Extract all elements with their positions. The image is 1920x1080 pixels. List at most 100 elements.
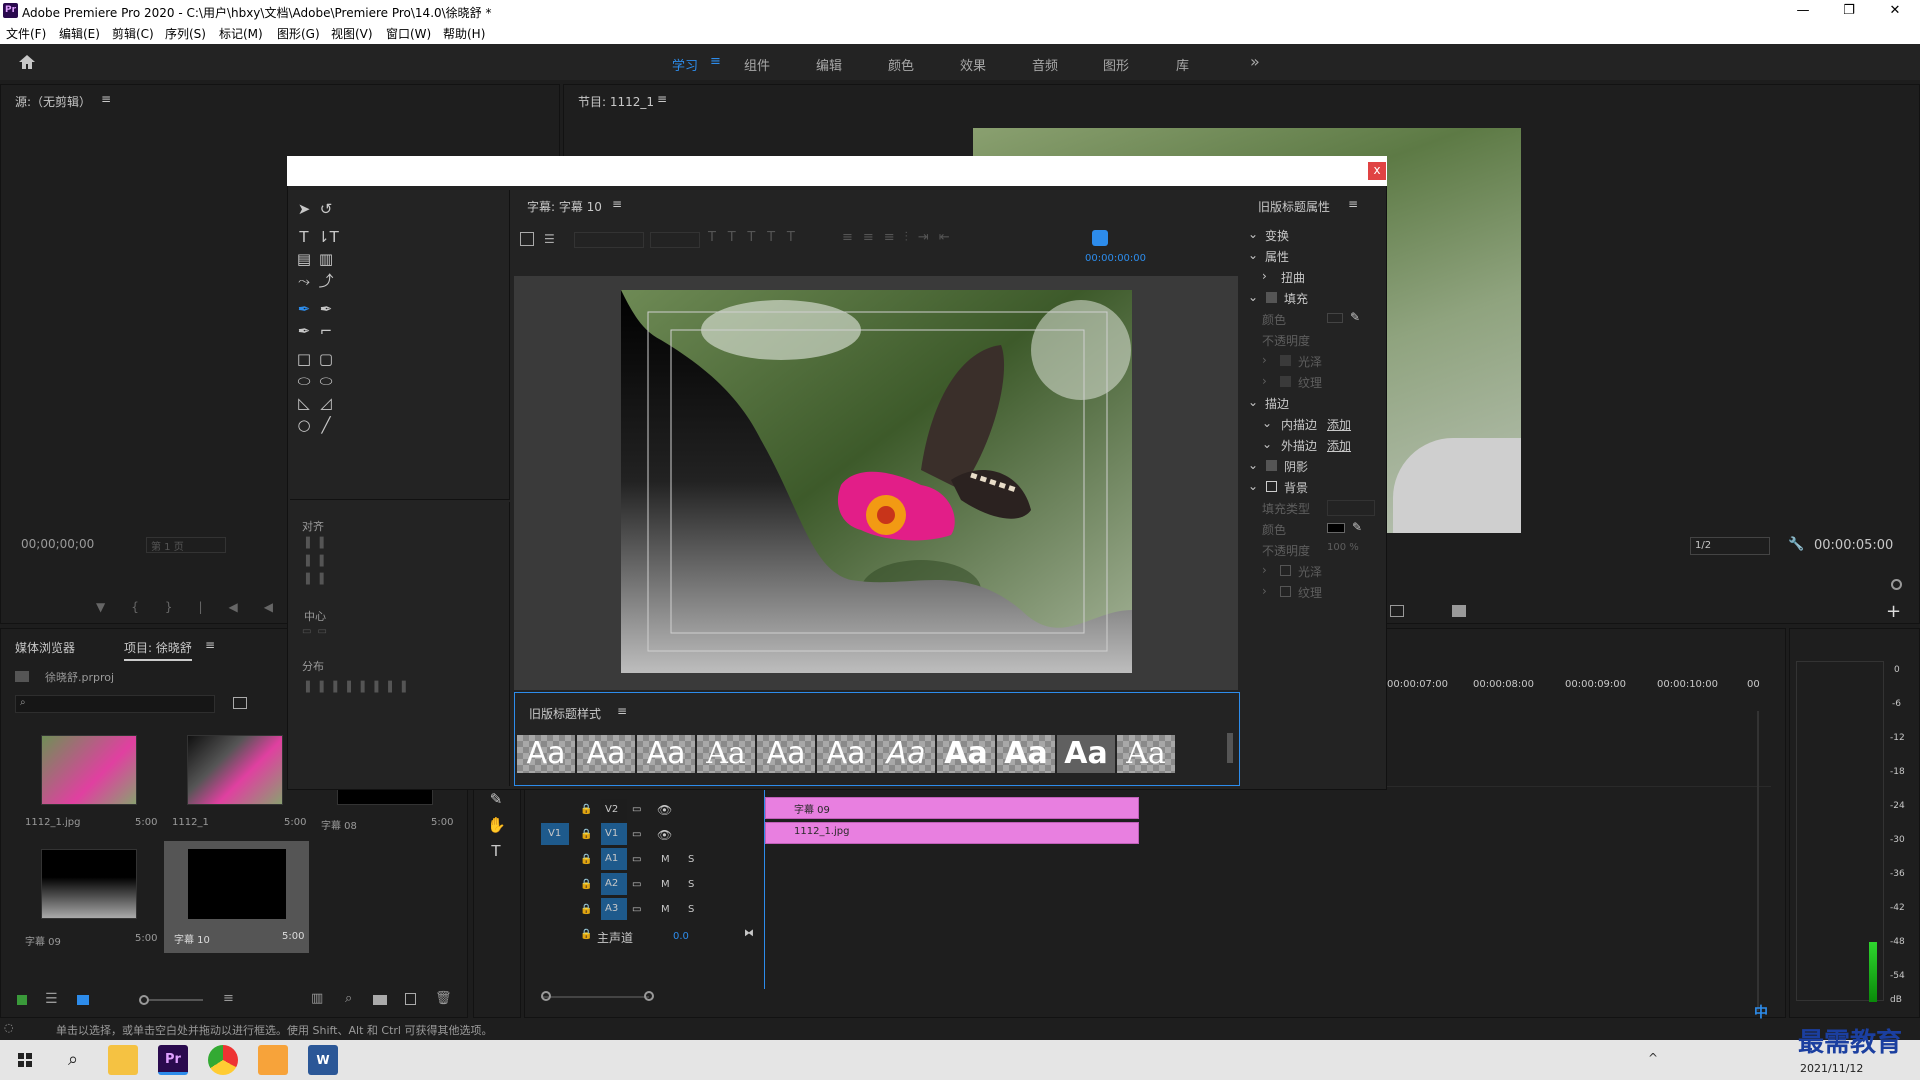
align-buttons[interactable]: ▐▐: [302, 574, 329, 585]
program-playhead-handle[interactable]: [1891, 579, 1902, 590]
track-sync-icon[interactable]: ▭: [632, 804, 641, 815]
add-inner-stroke-link[interactable]: 添加: [1327, 416, 1351, 433]
chevron-down-icon[interactable]: ⌄: [1262, 416, 1272, 430]
show-background-video-icon[interactable]: [1092, 230, 1108, 246]
export-frame-icon[interactable]: [1390, 605, 1404, 617]
menu-sequence[interactable]: 序列(S): [165, 25, 206, 42]
type-tool-icon[interactable]: T: [487, 842, 505, 860]
track-lock-icon[interactable]: 🔒: [580, 904, 592, 915]
dialog-close-button[interactable]: x: [1368, 162, 1386, 180]
track-sync-icon[interactable]: ▭: [632, 904, 641, 915]
menu-marker[interactable]: 标记(M): [219, 25, 263, 42]
track-sync-icon[interactable]: ▭: [632, 829, 641, 840]
chevron-right-icon[interactable]: ›: [1262, 269, 1267, 283]
track-a3[interactable]: A3: [601, 898, 627, 920]
playhead-line[interactable]: [764, 789, 765, 989]
new-title-icon[interactable]: [520, 232, 534, 246]
project-search-input[interactable]: ⌕: [15, 695, 215, 713]
workspace-libraries[interactable]: 库: [1176, 55, 1189, 74]
track-v1[interactable]: V1: [601, 823, 627, 845]
title-style-swatch[interactable]: Aa: [877, 735, 935, 773]
eyedropper-icon[interactable]: ✎: [1350, 310, 1360, 324]
fill-checkbox[interactable]: [1266, 292, 1277, 303]
project-menu-icon[interactable]: ≡: [205, 638, 215, 652]
title-properties-menu-icon[interactable]: ≡: [1348, 197, 1358, 211]
solo-button[interactable]: S: [688, 854, 694, 865]
workspace-graphics[interactable]: 图形: [1103, 55, 1129, 74]
timeline-zoom-scrollbar[interactable]: [541, 996, 649, 998]
program-scale-dropdown[interactable]: 1/2: [1690, 537, 1770, 555]
title-canvas[interactable]: [621, 290, 1132, 673]
track-lock-icon[interactable]: 🔒: [580, 829, 592, 840]
minimize-button[interactable]: —: [1780, 0, 1826, 22]
zoom-slider-handle[interactable]: [139, 995, 149, 1005]
eyedropper-icon[interactable]: ✎: [1352, 520, 1362, 534]
thumbnail-1112-1[interactable]: [187, 735, 283, 805]
ellipse-tool-icon[interactable]: ○: [295, 416, 313, 434]
workspace-learn[interactable]: 学习: [672, 55, 698, 74]
title-style-swatch[interactable]: Aa: [697, 735, 755, 773]
add-anchor-tool-icon[interactable]: ✒: [295, 322, 313, 340]
chrome-icon[interactable]: [208, 1045, 238, 1075]
text-align-toolbar[interactable]: ≡≡≡⫶⇥⇤: [842, 230, 960, 245]
type-tool-icon[interactable]: T: [295, 228, 313, 246]
rounded-corner-tool-icon[interactable]: ⬭: [317, 372, 335, 390]
chevron-down-icon[interactable]: ⌄: [1248, 290, 1258, 304]
fill-type-dropdown[interactable]: [1327, 500, 1375, 516]
vertical-type-tool-icon[interactable]: ⇂T: [317, 228, 339, 246]
chevron-down-icon[interactable]: ⌄: [1262, 437, 1272, 451]
bg-opacity-value[interactable]: 100 %: [1327, 542, 1359, 553]
convert-anchor-tool-icon[interactable]: ⌐: [317, 322, 335, 340]
vertical-area-type-tool-icon[interactable]: ▥: [317, 250, 335, 268]
clipped-corner-tool-icon[interactable]: ⬭: [295, 372, 313, 390]
chevron-right-icon[interactable]: ›: [1262, 353, 1267, 367]
mute-button[interactable]: M: [661, 879, 670, 890]
title-style-swatch[interactable]: Aa: [637, 735, 695, 773]
vertical-path-type-tool-icon[interactable]: ⤴: [317, 272, 335, 290]
title-style-swatch[interactable]: Aa: [757, 735, 815, 773]
word-icon[interactable]: W: [308, 1045, 338, 1075]
project-item-selected[interactable]: 字幕 10 5:00: [164, 841, 309, 953]
shadow-checkbox[interactable]: [1266, 460, 1277, 471]
hand-tool-icon[interactable]: ✋: [487, 816, 506, 834]
bg-texture-checkbox[interactable]: [1280, 586, 1291, 597]
track-lock-icon[interactable]: 🔒: [580, 854, 592, 865]
thumbnail-1112-1-jpg[interactable]: [41, 735, 137, 805]
add-button-icon[interactable]: +: [1886, 601, 1901, 622]
home-icon[interactable]: [18, 54, 36, 70]
rotation-tool-icon[interactable]: ↺: [317, 200, 335, 218]
add-outer-stroke-link[interactable]: 添加: [1327, 437, 1351, 454]
bg-sheen-checkbox[interactable]: [1280, 565, 1291, 576]
source-patch-v1[interactable]: V1: [541, 823, 569, 845]
title-style-swatch[interactable]: Aa: [997, 735, 1055, 773]
rounded-rectangle-tool-icon[interactable]: ▢: [317, 350, 335, 368]
track-lock-icon[interactable]: 🔒: [580, 879, 592, 890]
title-style-swatch[interactable]: Aa: [1117, 735, 1175, 773]
scroll-start-handle[interactable]: [541, 991, 551, 1001]
wrench-icon[interactable]: 🔧: [1788, 537, 1804, 552]
automate-icon[interactable]: ▥: [311, 991, 323, 1006]
windows-start-icon[interactable]: [10, 1045, 40, 1075]
find-icon[interactable]: ⌕: [345, 991, 352, 1006]
selection-tool-icon[interactable]: ➤: [295, 200, 313, 218]
new-folder-icon[interactable]: [373, 995, 387, 1005]
eye-icon[interactable]: 👁: [657, 828, 672, 842]
tray-chevron-icon[interactable]: ^: [1648, 1051, 1658, 1065]
title-style-swatch[interactable]: Aa: [1057, 735, 1115, 773]
prop-distort[interactable]: 扭曲: [1281, 269, 1305, 286]
wedge-tool-icon[interactable]: ◺: [295, 394, 313, 412]
workspace-editing[interactable]: 编辑: [816, 55, 842, 74]
master-link-icon[interactable]: ⧓: [744, 928, 754, 939]
scroll-end-handle[interactable]: [644, 991, 654, 1001]
clip-title-09[interactable]: 字幕 09: [765, 797, 1139, 819]
sort-icon[interactable]: ≡: [223, 991, 234, 1006]
mute-button[interactable]: M: [661, 904, 670, 915]
lock-icon[interactable]: [17, 995, 27, 1005]
track-a1[interactable]: A1: [601, 848, 627, 870]
prop-attributes[interactable]: 属性: [1265, 248, 1289, 265]
menu-view[interactable]: 视图(V): [331, 25, 373, 42]
line-tool-icon[interactable]: ╱: [317, 416, 335, 434]
texture-checkbox[interactable]: [1280, 376, 1291, 387]
sheen-checkbox[interactable]: [1280, 355, 1291, 366]
chevron-right-icon[interactable]: ›: [1262, 563, 1267, 577]
